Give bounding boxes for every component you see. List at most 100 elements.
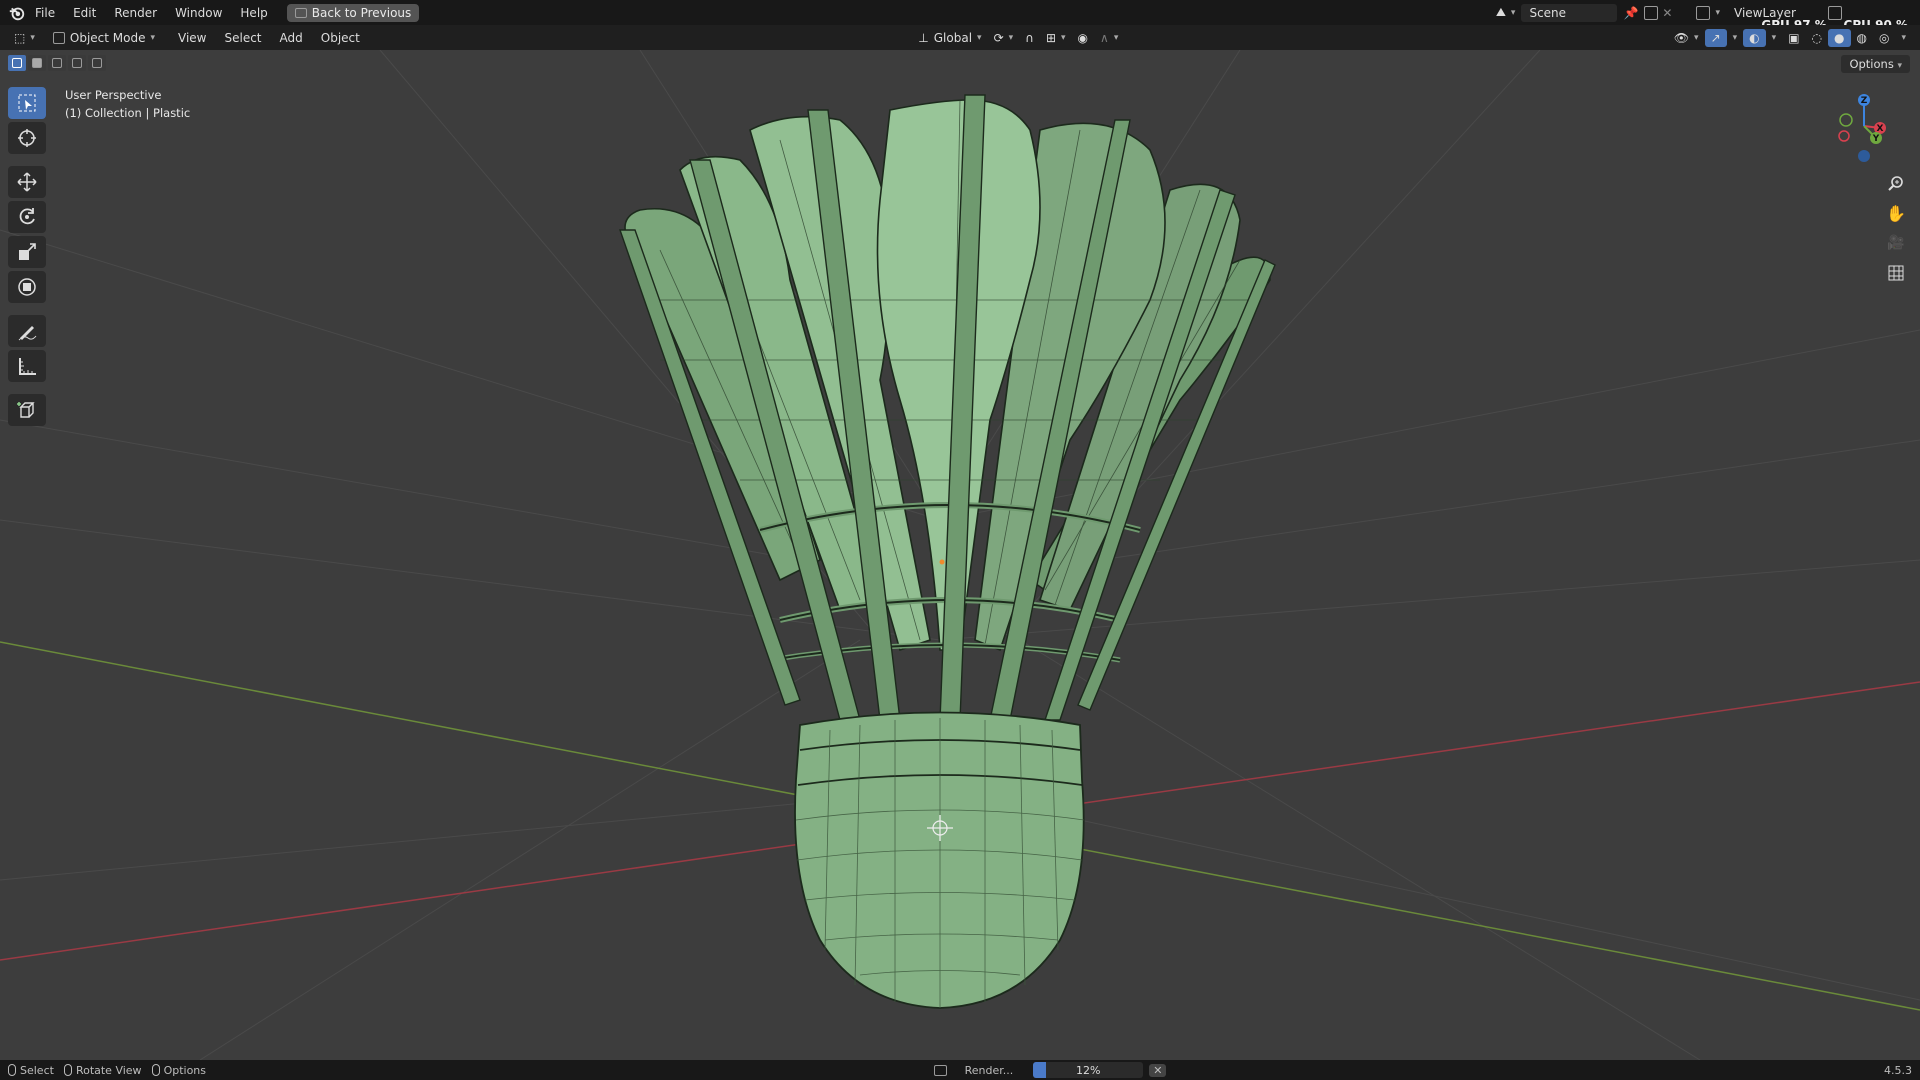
perspective-toggle-tool[interactable] bbox=[1882, 260, 1910, 286]
xray-icon: ▣ bbox=[1788, 30, 1800, 45]
overlay-toggle[interactable]: ◐ bbox=[1743, 28, 1766, 47]
render-progress-bar: 12% bbox=[1033, 1062, 1144, 1078]
menu-window[interactable]: Window bbox=[166, 4, 231, 22]
menu-file[interactable]: File bbox=[26, 4, 64, 22]
shading-rendered[interactable]: ◎ bbox=[1873, 29, 1895, 47]
falloff-dropdown[interactable]: ∧ ▾ bbox=[1094, 29, 1124, 47]
menu-render[interactable]: Render bbox=[105, 4, 166, 22]
zoom-tool[interactable] bbox=[1882, 170, 1910, 196]
select-invert-icon[interactable] bbox=[68, 55, 86, 71]
blender-window: File Edit Render Window Help Back to Pre… bbox=[0, 0, 1920, 1080]
status-select-label: Select bbox=[20, 1063, 54, 1077]
proportional-edit-toggle[interactable]: ◉ bbox=[1072, 29, 1094, 47]
menu-edit[interactable]: Edit bbox=[64, 4, 105, 22]
annotate-pencil-icon bbox=[18, 326, 37, 341]
select-box-icon bbox=[18, 94, 36, 112]
select-box-tool[interactable] bbox=[8, 87, 46, 119]
camera-view-tool[interactable]: 🎥 bbox=[1882, 230, 1910, 256]
proportional-icon: ◉ bbox=[1077, 30, 1089, 45]
pin-icon[interactable]: 📌 bbox=[1623, 6, 1638, 20]
scene-type-dropdown[interactable]: ⛰ ▾ bbox=[1490, 3, 1522, 22]
orientation-label: Global bbox=[933, 30, 973, 45]
falloff-icon: ∧ bbox=[1100, 30, 1109, 45]
new-scene-icon[interactable] bbox=[1644, 5, 1659, 20]
navigation-gizmo[interactable]: X Y Z bbox=[1828, 86, 1900, 166]
back-to-previous-button[interactable]: Back to Previous bbox=[286, 3, 420, 22]
menu-object[interactable]: Object bbox=[312, 29, 369, 47]
viewport-info: User Perspective (1) Collection | Plasti… bbox=[65, 86, 190, 122]
delete-scene-icon[interactable]: ✕ bbox=[1662, 6, 1672, 20]
xray-toggle[interactable]: ▣ bbox=[1782, 29, 1805, 47]
blender-logo-icon[interactable] bbox=[8, 4, 26, 22]
gizmo-dropdown[interactable]: ▾ bbox=[1727, 31, 1744, 45]
add-cube-tool[interactable] bbox=[8, 394, 46, 426]
version-label: 4.5.3 bbox=[1884, 1063, 1912, 1077]
cancel-render-icon[interactable]: ✕ bbox=[1149, 1063, 1167, 1077]
gizmo-toggle[interactable]: ↗ bbox=[1704, 28, 1727, 47]
status-bar: Select Rotate View Options Render... 12%… bbox=[0, 1060, 1920, 1080]
scene-icon: ⛰ bbox=[1495, 5, 1506, 19]
menu-select[interactable]: Select bbox=[215, 29, 270, 47]
material-sphere-icon: ◍ bbox=[1856, 30, 1867, 45]
chevron-down-icon: ▾ bbox=[150, 32, 155, 43]
snap-toggle[interactable]: ∩ bbox=[1019, 29, 1040, 47]
neg-x-axis-gizmo-icon[interactable] bbox=[1838, 130, 1850, 142]
options-dropdown[interactable]: Options ▾ bbox=[1841, 55, 1910, 73]
snap-dropdown[interactable]: ⊞ ▾ bbox=[1040, 29, 1072, 47]
transform-icon bbox=[18, 278, 36, 296]
editor-type-dropdown[interactable]: ⬚ ▾ bbox=[8, 29, 41, 47]
move-icon bbox=[17, 172, 37, 192]
select-new-icon[interactable] bbox=[8, 55, 26, 71]
viewlayer-type-dropdown[interactable]: ▾ bbox=[1690, 4, 1726, 22]
cursor-tool[interactable] bbox=[8, 122, 46, 154]
status-options: Options bbox=[151, 1064, 206, 1077]
rendered-sphere-icon: ◎ bbox=[1878, 30, 1890, 45]
selection-modes bbox=[8, 55, 106, 71]
measure-tool[interactable] bbox=[8, 350, 46, 382]
top-bar: File Edit Render Window Help Back to Pre… bbox=[0, 0, 1920, 25]
pivot-icon: ⟳ bbox=[993, 30, 1004, 45]
rotate-tool[interactable] bbox=[8, 201, 46, 233]
scale-tool[interactable] bbox=[8, 236, 46, 268]
select-subtract-icon[interactable] bbox=[48, 55, 66, 71]
viewport[interactable] bbox=[0, 50, 1920, 1060]
select-extend-icon[interactable] bbox=[28, 55, 46, 71]
shading-solid[interactable]: ● bbox=[1828, 28, 1851, 47]
visibility-dropdown[interactable]: 👁 ▾ bbox=[1668, 29, 1705, 47]
object-mode-icon bbox=[52, 31, 65, 44]
eye-icon: 👁 bbox=[1673, 30, 1690, 45]
mouse-middle-icon bbox=[63, 1064, 72, 1076]
menu-add[interactable]: Add bbox=[271, 29, 312, 47]
render-icon bbox=[933, 1064, 947, 1076]
y-axis-label: Y bbox=[1872, 134, 1880, 144]
mode-dropdown[interactable]: Object Mode ▾ bbox=[47, 29, 161, 47]
zoom-icon bbox=[1888, 176, 1903, 191]
wireframe-sphere-icon: ◌ bbox=[1811, 30, 1823, 45]
status-select: Select bbox=[8, 1064, 54, 1077]
menu-view[interactable]: View bbox=[169, 29, 215, 47]
neg-z-axis-gizmo-icon[interactable] bbox=[1858, 150, 1870, 162]
orientation-icon: ⊥ bbox=[918, 30, 929, 45]
camera-icon: 🎥 bbox=[1887, 235, 1905, 251]
transform-tool[interactable] bbox=[8, 271, 46, 303]
transform-orientation-dropdown[interactable]: ⊥ Global ▾ bbox=[912, 29, 987, 47]
mode-label: Object Mode bbox=[69, 30, 146, 45]
viewlayer-icon bbox=[1696, 5, 1711, 20]
viewport-header: ⬚ ▾ Object Mode ▾ View Select Add Object … bbox=[0, 25, 1920, 50]
shading-material[interactable]: ◍ bbox=[1851, 29, 1873, 47]
scene-field[interactable]: Scene bbox=[1521, 3, 1618, 22]
neg-y-axis-gizmo-icon[interactable] bbox=[1839, 113, 1853, 127]
scale-icon bbox=[19, 243, 36, 260]
shading-wireframe[interactable]: ◌ bbox=[1806, 29, 1828, 47]
move-tool[interactable] bbox=[8, 166, 46, 198]
overlay-dropdown[interactable]: ▾ bbox=[1766, 31, 1783, 45]
pan-tool[interactable]: ✋ bbox=[1882, 200, 1910, 226]
menu-help[interactable]: Help bbox=[231, 4, 276, 22]
shading-dropdown[interactable]: ▾ bbox=[1895, 31, 1912, 45]
annotate-tool[interactable] bbox=[8, 315, 46, 347]
status-rotate-label: Rotate View bbox=[75, 1063, 142, 1077]
hand-icon: ✋ bbox=[1886, 203, 1906, 223]
select-intersect-icon[interactable] bbox=[88, 55, 106, 71]
cursor-icon bbox=[18, 129, 36, 147]
pivot-dropdown[interactable]: ⟳ ▾ bbox=[988, 29, 1020, 47]
